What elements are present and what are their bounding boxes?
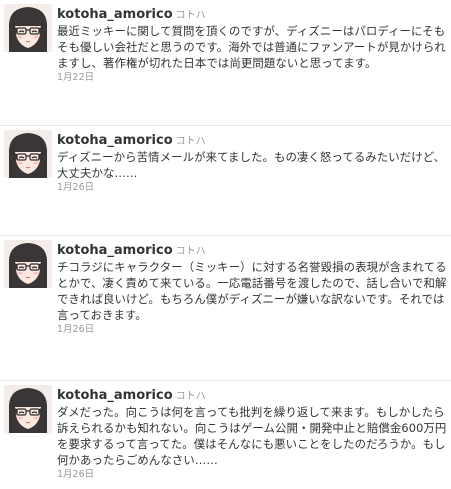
display-name: コトハ [175,10,206,21]
tweet-item: kotoha_amorico コトハ 最近ミッキーに関して質問を頂くのですが、ディ… [0,0,451,105]
tweet-date-link[interactable]: 1月26日 [57,182,449,194]
tweet-header: kotoha_amorico コトハ [57,4,449,22]
tweet-date-link[interactable]: 1月26日 [57,469,449,481]
display-name: コトハ [175,246,206,257]
avatar[interactable] [4,4,52,52]
tweet-text: 最近ミッキーに関して質問を頂くのですが、ディズニーはパロディーにそもそも優しい会… [57,24,446,70]
tweet-item: kotoha_amorico コトハ ダメだった。向こうは何を言っても批判を繰り返… [0,380,451,489]
tweet-content: kotoha_amorico コトハ 最近ミッキーに関して質問を頂くのですが、ディ… [57,4,449,84]
display-name: コトハ [175,136,206,147]
tweet-item: kotoha_amorico コトハ ディズニーから苦情メールが来てました。もの凄… [0,125,451,225]
avatar[interactable] [4,240,52,288]
username-link[interactable]: kotoha_amorico [57,7,173,22]
username-link[interactable]: kotoha_amorico [57,133,173,148]
tweet-item: kotoha_amorico コトハ チコラジにキャラクター（ミッキー）に対する名… [0,235,451,365]
tweet-text: ダメだった。向こうは何を言っても批判を繰り返して来ます。もしかしたら訴えられるか… [57,405,447,467]
tweet-text: チコラジにキャラクター（ミッキー）に対する名誉毀損の表現が含まれてるとかで、凄く… [57,260,447,322]
tweet-date-link[interactable]: 1月26日 [57,324,449,336]
tweet-header: kotoha_amorico コトハ [57,130,449,148]
tweet-text: ディズニーから苦情メールが来てました。もの凄く怒ってるみたいだけど、大丈夫かな…… [57,150,446,180]
avatar[interactable] [4,385,52,433]
tweet-header: kotoha_amorico コトハ [57,240,449,258]
tweet-content: kotoha_amorico コトハ チコラジにキャラクター（ミッキー）に対する名… [57,240,449,336]
tweet-date-link[interactable]: 1月22日 [57,72,449,84]
avatar[interactable] [4,130,52,178]
username-link[interactable]: kotoha_amorico [57,388,173,403]
display-name: コトハ [175,391,206,402]
username-link[interactable]: kotoha_amorico [57,243,173,258]
tweet-content: kotoha_amorico コトハ ディズニーから苦情メールが来てました。もの凄… [57,130,449,194]
tweet-content: kotoha_amorico コトハ ダメだった。向こうは何を言っても批判を繰り返… [57,385,449,481]
tweet-header: kotoha_amorico コトハ [57,385,449,403]
